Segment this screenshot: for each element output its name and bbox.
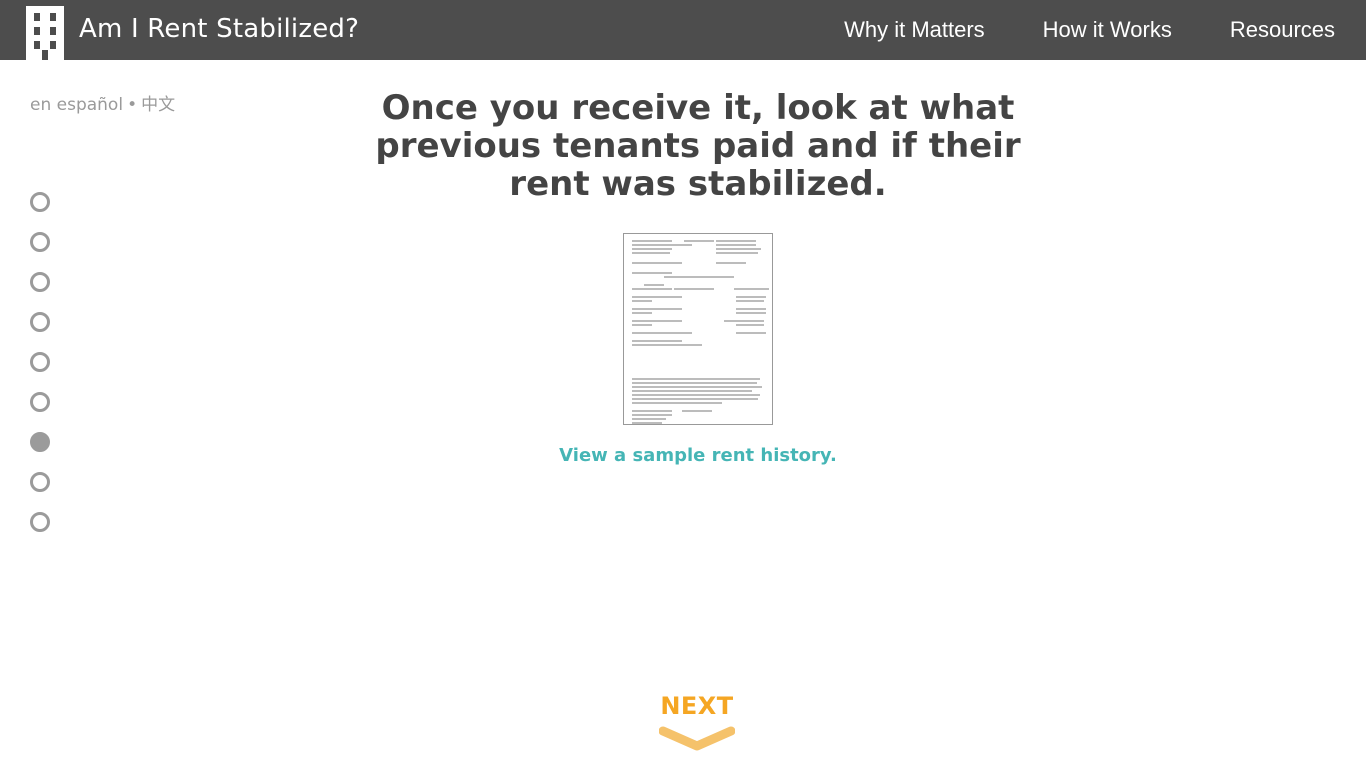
language-separator: • <box>127 95 138 115</box>
document-text-line <box>632 382 757 384</box>
document-text-line <box>632 422 662 424</box>
nav-resources[interactable]: Resources <box>1230 17 1335 43</box>
document-text-line <box>632 308 682 310</box>
document-text-line <box>632 296 682 298</box>
document-text-line <box>724 320 764 322</box>
document-text-line <box>736 300 764 302</box>
step-indicator <box>30 192 50 552</box>
building-icon[interactable] <box>26 6 64 60</box>
step-dot-4[interactable] <box>30 312 50 332</box>
document-text-line <box>632 414 672 416</box>
nav-how-it-works[interactable]: How it Works <box>1043 17 1172 43</box>
language-chinese-link[interactable]: 中文 <box>141 95 175 115</box>
next-label: NEXT <box>660 692 734 720</box>
document-text-line <box>632 248 672 250</box>
document-text-line <box>632 272 672 274</box>
document-text-line <box>664 276 734 278</box>
document-text-line <box>632 312 652 314</box>
document-text-line <box>632 324 652 326</box>
document-text-line <box>632 398 758 400</box>
document-text-line <box>632 262 682 264</box>
document-text-line <box>632 418 666 420</box>
page-heading: Once you receive it, look at what previo… <box>375 88 1021 204</box>
document-text-line <box>632 394 760 396</box>
step-dot-8[interactable] <box>30 472 50 492</box>
document-text-line <box>734 288 769 290</box>
document-text-line <box>632 320 682 322</box>
language-switcher: en español • 中文 <box>30 90 175 115</box>
document-text-line <box>632 332 692 334</box>
document-text-line <box>716 262 746 264</box>
document-text-line <box>736 332 766 334</box>
document-text-line <box>632 288 672 290</box>
rent-history-document-thumbnail[interactable] <box>623 233 773 425</box>
chevron-down-icon <box>659 726 735 751</box>
document-text-line <box>632 300 652 302</box>
document-text-line <box>632 386 762 388</box>
document-text-line <box>736 308 766 310</box>
language-spanish-link[interactable]: en español <box>30 95 123 115</box>
document-text-line <box>674 288 714 290</box>
site-title-link[interactable]: Am I Rent Stabilized? <box>79 14 359 44</box>
step-dot-9[interactable] <box>30 512 50 532</box>
document-text-line <box>684 240 714 242</box>
document-text-line <box>632 410 672 412</box>
sample-link-container: View a sample rent history. <box>0 445 1366 466</box>
document-text-line <box>716 248 761 250</box>
nav-why-it-matters[interactable]: Why it Matters <box>844 17 985 43</box>
document-text-line <box>632 402 722 404</box>
document-text-line <box>716 244 756 246</box>
top-navigation-bar: Am I Rent Stabilized? Why it Matters How… <box>0 0 1366 60</box>
document-text-line <box>736 296 766 298</box>
document-text-line <box>736 324 764 326</box>
document-text-line <box>736 312 766 314</box>
step-dot-5[interactable] <box>30 352 50 372</box>
step-dot-3[interactable] <box>30 272 50 292</box>
document-text-line <box>632 340 682 342</box>
document-text-line <box>716 240 756 242</box>
document-text-line <box>632 252 670 254</box>
step-dot-1[interactable] <box>30 192 50 212</box>
main-nav: Why it Matters How it Works Resources <box>844 0 1335 60</box>
document-text-line <box>632 378 760 380</box>
sample-rent-history-link[interactable]: View a sample rent history. <box>559 445 837 466</box>
step-dot-6[interactable] <box>30 392 50 412</box>
document-text-line <box>682 410 712 412</box>
document-text-line <box>644 284 664 286</box>
step-dot-2[interactable] <box>30 232 50 252</box>
document-text-line <box>632 390 752 392</box>
document-text-line <box>632 344 702 346</box>
document-text-line <box>632 240 672 242</box>
next-button[interactable]: NEXT <box>640 692 754 752</box>
document-text-line <box>716 252 758 254</box>
document-text-line <box>632 244 692 246</box>
